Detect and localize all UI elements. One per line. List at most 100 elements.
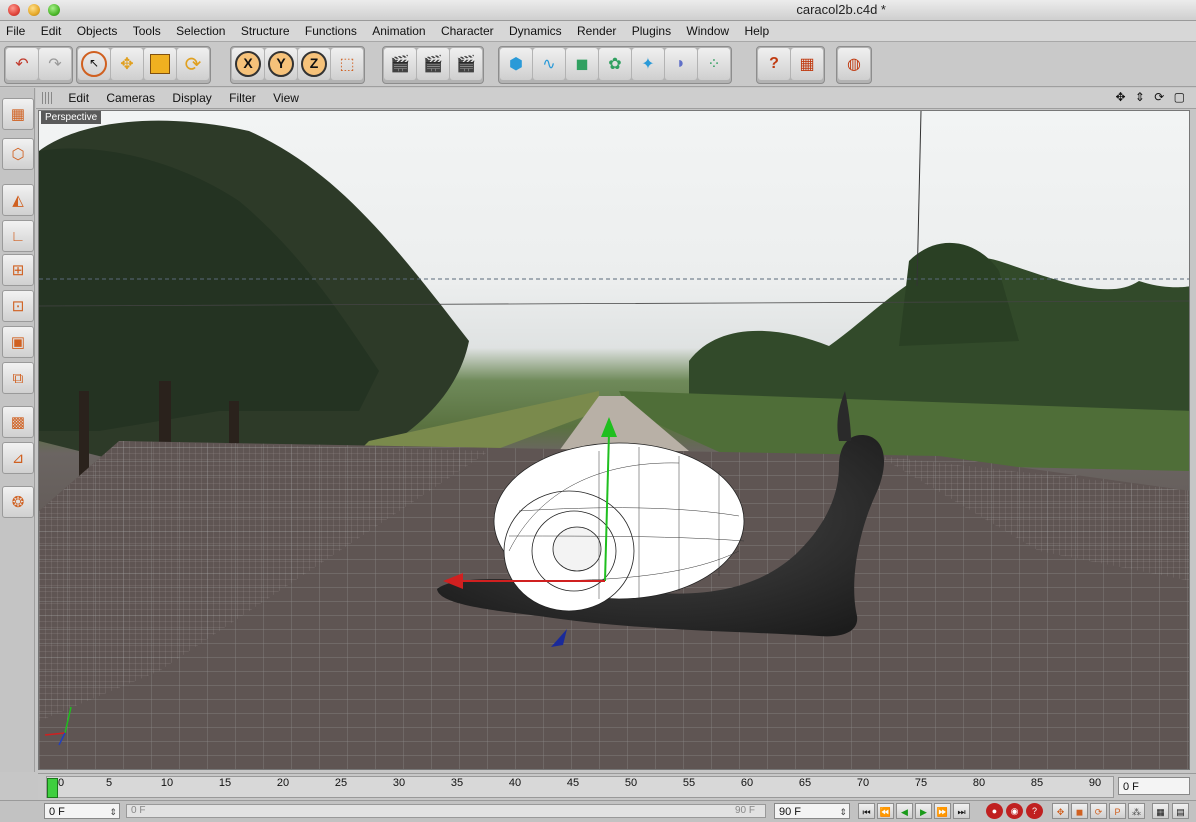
- tick-label: 90: [1088, 777, 1102, 789]
- current-frame-field[interactable]: 0 F: [1118, 777, 1190, 795]
- nurbs-icon[interactable]: ◼: [566, 48, 598, 80]
- viewport-menu-display[interactable]: Display: [165, 88, 218, 108]
- viewport-menu-filter[interactable]: Filter: [222, 88, 263, 108]
- web-group: ◍: [836, 46, 872, 84]
- key-point-level-icon[interactable]: ⁂: [1128, 803, 1145, 819]
- goto-start-icon[interactable]: ⏮: [858, 803, 875, 819]
- minimize-window-button[interactable]: [28, 4, 40, 16]
- end-frame-field[interactable]: 90 F ⇕: [774, 803, 850, 819]
- render-view-icon[interactable]: 🎬: [384, 48, 416, 80]
- menu-dynamics[interactable]: Dynamics: [503, 21, 568, 41]
- menu-render[interactable]: Render: [571, 21, 622, 41]
- keyframe-selection-icon[interactable]: ?: [1026, 803, 1043, 819]
- web-browser-icon[interactable]: ◍: [838, 48, 870, 80]
- viewport-navigation-icons[interactable]: ✥ ⇕ ⟳ ▢: [1115, 90, 1188, 104]
- playhead-handle[interactable]: [47, 778, 58, 798]
- layout-icon[interactable]: ▦: [2, 98, 34, 130]
- tick-label: 25: [334, 777, 348, 789]
- tick-label: 55: [682, 777, 696, 789]
- scale-tool-icon[interactable]: [144, 48, 176, 80]
- tick-label: 85: [1030, 777, 1044, 789]
- environment-icon[interactable]: ◗: [665, 48, 697, 80]
- move-tool-icon[interactable]: ✥: [111, 48, 143, 80]
- cube-object-icon[interactable]: ⬢: [500, 48, 532, 80]
- timeline-window-icon[interactable]: ▤: [1172, 803, 1189, 819]
- menu-selection[interactable]: Selection: [170, 21, 231, 41]
- close-window-button[interactable]: [8, 4, 20, 16]
- menu-animation[interactable]: Animation: [366, 21, 431, 41]
- grip-icon[interactable]: [42, 92, 54, 104]
- tree-line-right: [689, 242, 1189, 411]
- autokey-icon[interactable]: ◉: [1006, 803, 1023, 819]
- next-key-icon[interactable]: ⏩: [934, 803, 951, 819]
- array-icon[interactable]: ✿: [599, 48, 631, 80]
- menu-window[interactable]: Window: [680, 21, 735, 41]
- perspective-viewport[interactable]: Perspective: [38, 110, 1190, 770]
- play-forward-icon[interactable]: ▶: [915, 803, 932, 819]
- tick-label: 20: [276, 777, 290, 789]
- prev-key-icon[interactable]: ⏪: [877, 803, 894, 819]
- use-model-tool-icon[interactable]: ◭: [2, 184, 34, 216]
- y-axis-lock-button[interactable]: Y: [265, 48, 297, 80]
- use-object-axis-icon[interactable]: ∟: [2, 220, 34, 252]
- zoom-window-button[interactable]: [48, 4, 60, 16]
- preview-max-label: 90 F: [734, 805, 755, 816]
- texture-axis-icon[interactable]: ▩: [2, 406, 34, 438]
- workplane-icon[interactable]: ⊿: [2, 442, 34, 474]
- spline-pen-icon[interactable]: ∿: [533, 48, 565, 80]
- snap-tool-icon[interactable]: ❂: [2, 486, 34, 518]
- menu-file[interactable]: File: [0, 21, 31, 41]
- viewport-menu-edit[interactable]: Edit: [61, 88, 96, 108]
- rotate-tool-icon[interactable]: ⟳: [177, 48, 209, 80]
- viewport-menu-view[interactable]: View: [266, 88, 306, 108]
- menu-character[interactable]: Character: [435, 21, 500, 41]
- menu-edit[interactable]: Edit: [35, 21, 68, 41]
- viewport-label: Perspective: [41, 111, 102, 124]
- preview-min-label: 0 F: [131, 805, 146, 816]
- start-frame-field[interactable]: 0 F ⇕: [44, 803, 120, 819]
- z-axis-lock-button[interactable]: Z: [298, 48, 330, 80]
- use-polygon-tool-icon[interactable]: ▣: [2, 326, 34, 358]
- help-group: ? ▦: [756, 46, 825, 84]
- use-edge-tool-icon[interactable]: ⊡: [2, 290, 34, 322]
- playback-settings-icon[interactable]: ▦: [1152, 803, 1169, 819]
- help-table-icon[interactable]: ▦: [791, 48, 823, 80]
- menu-bar: File Edit Objects Tools Selection Struct…: [0, 21, 1196, 42]
- deformer-icon[interactable]: ✦: [632, 48, 664, 80]
- render-picture-viewer-icon[interactable]: 🎬: [417, 48, 449, 80]
- main-toolbar: ↶ ↷ ↖ ✥ ⟳ X Y Z ⬚ 🎬 🎬 🎬 ⬢ ∿ ◼ ✿ ✦ ◗ ⁘ ? …: [0, 42, 1196, 87]
- x-axis-lock-button[interactable]: X: [232, 48, 264, 80]
- preview-range-slider[interactable]: 0 F 90 F: [126, 804, 766, 818]
- undo-icon[interactable]: ↶: [6, 48, 38, 80]
- menu-tools[interactable]: Tools: [127, 21, 167, 41]
- render-group: 🎬 🎬 🎬: [382, 46, 484, 84]
- render-settings-icon[interactable]: 🎬: [450, 48, 482, 80]
- tick-label: 50: [624, 777, 638, 789]
- viewport-menu-cameras[interactable]: Cameras: [99, 88, 162, 108]
- play-backward-icon[interactable]: ◀: [896, 803, 913, 819]
- axis-lock-group: X Y Z ⬚: [230, 46, 365, 84]
- goto-end-icon[interactable]: ⏭: [953, 803, 970, 819]
- timeline-ruler[interactable]: 0 5 10 15 20 25 30 35 40 45 50 55 60 65 …: [46, 776, 1114, 798]
- tick-label: 60: [740, 777, 754, 789]
- menu-objects[interactable]: Objects: [71, 21, 124, 41]
- make-editable-icon[interactable]: ⬡: [2, 138, 34, 170]
- menu-functions[interactable]: Functions: [299, 21, 363, 41]
- context-help-icon[interactable]: ?: [758, 48, 790, 80]
- menu-plugins[interactable]: Plugins: [626, 21, 677, 41]
- record-keyframe-icon[interactable]: ●: [986, 803, 1003, 819]
- use-texture-tool-icon[interactable]: ⧉: [2, 362, 34, 394]
- menu-structure[interactable]: Structure: [235, 21, 296, 41]
- particle-emitter-icon[interactable]: ⁘: [698, 48, 730, 80]
- menu-help[interactable]: Help: [738, 21, 775, 41]
- use-point-tool-icon[interactable]: ⊞: [2, 254, 34, 286]
- key-parameter-icon[interactable]: P: [1109, 803, 1126, 819]
- key-position-icon[interactable]: ✥: [1052, 803, 1069, 819]
- tick-label: 45: [566, 777, 580, 789]
- key-scale-icon[interactable]: ◼: [1071, 803, 1088, 819]
- coordinate-system-icon[interactable]: ⬚: [331, 48, 363, 80]
- viewport-scene: [39, 111, 1189, 769]
- redo-icon[interactable]: ↷: [39, 48, 71, 80]
- live-selection-icon[interactable]: ↖: [78, 48, 110, 80]
- key-rotation-icon[interactable]: ⟳: [1090, 803, 1107, 819]
